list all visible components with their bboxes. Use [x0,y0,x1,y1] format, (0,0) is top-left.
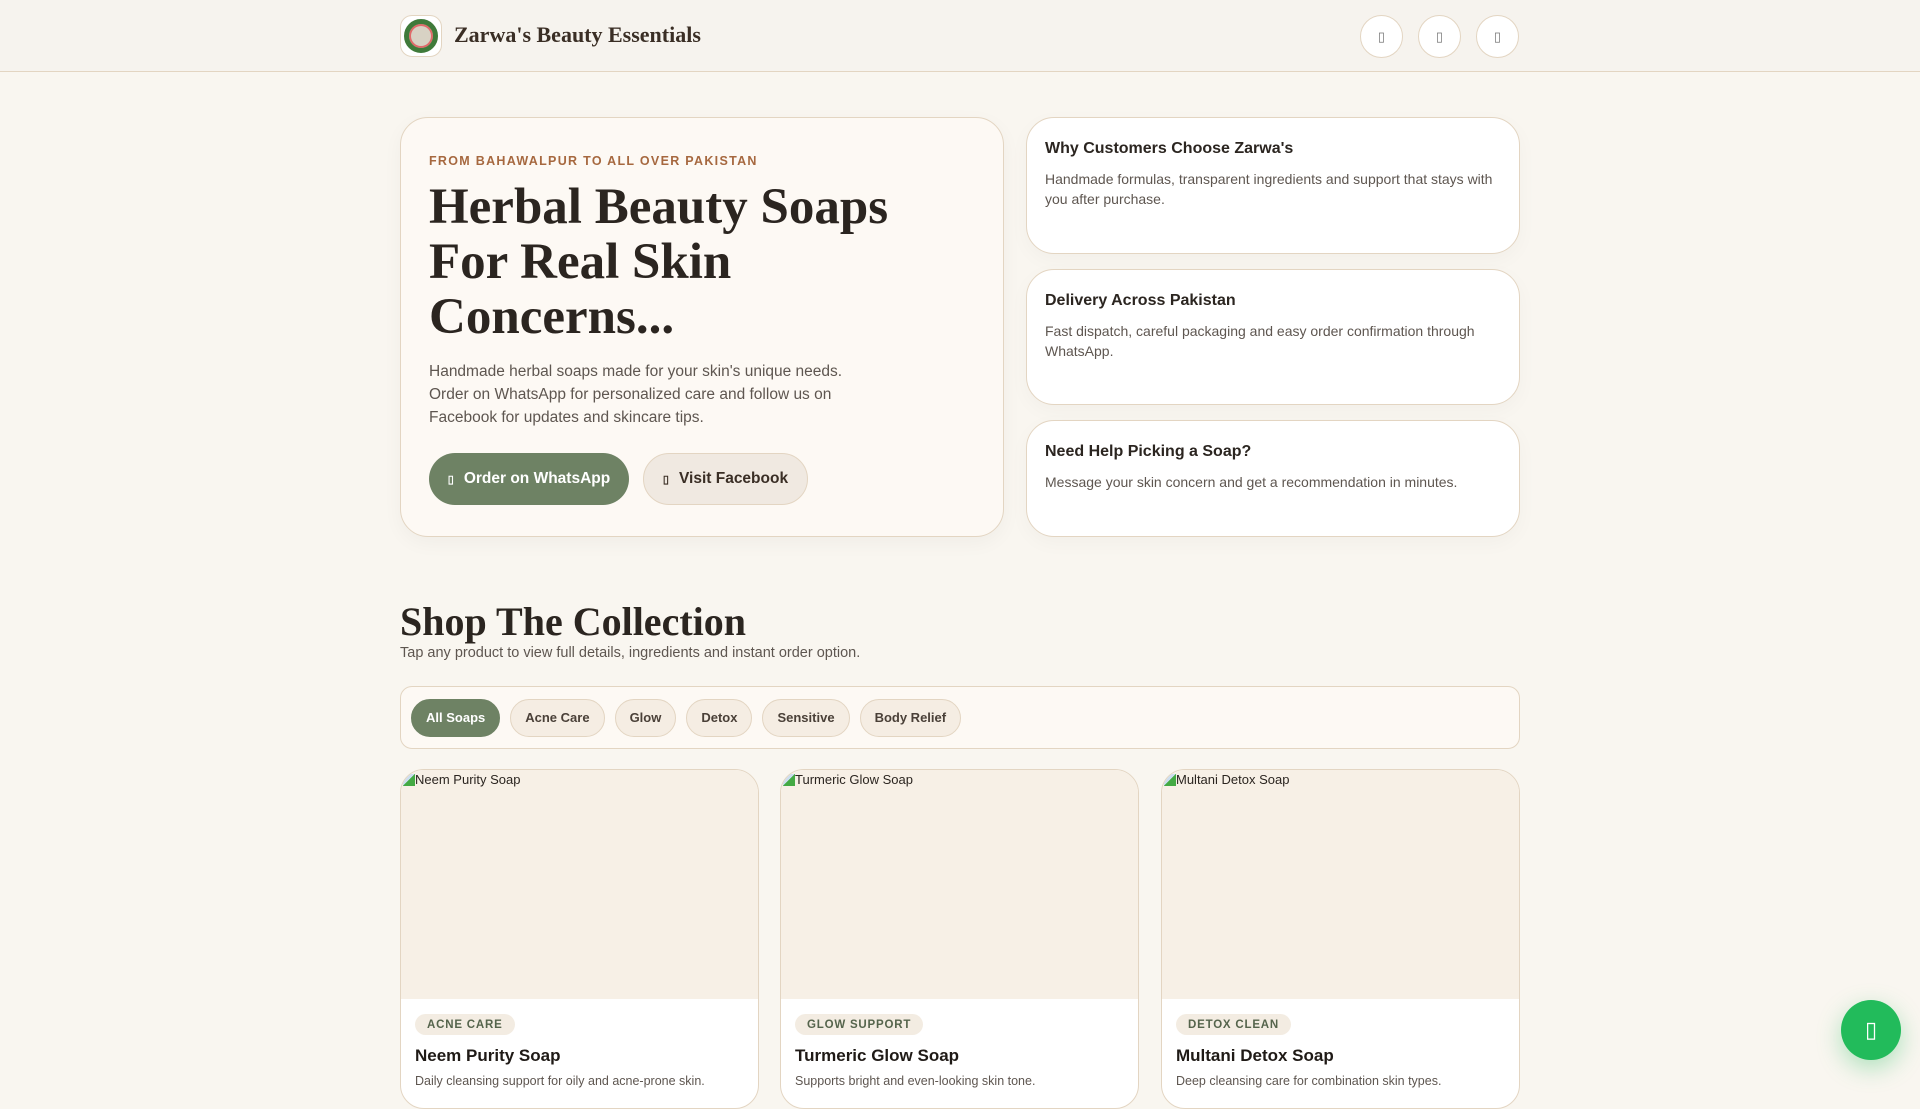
info-card-title: Need Help Picking a Soap? [1045,443,1252,460]
whatsapp-header-button[interactable]: ▯ [1360,15,1403,58]
info-card-text: Message your skin concern and get a reco… [1045,474,1458,490]
site-header: Zarwa's Beauty Essentials ▯ ▯ ▯ [0,0,1920,72]
info-card-title: Why Customers Choose Zarwa's [1045,140,1294,157]
brand-logo[interactable] [400,15,442,57]
product-image[interactable]: Multani Detox Soap [1162,770,1519,999]
product-image-alt: Neem Purity Soap [415,772,521,787]
product-name[interactable]: Multani Detox Soap [1176,1046,1334,1066]
shop-title: Shop The Collection [400,599,746,644]
product-desc: Daily cleansing support for oily and acn… [415,1074,705,1088]
product-tag: DETOX CLEAN [1176,1014,1292,1035]
info-card: Why Customers Choose Zarwa's Handmade fo… [1026,117,1520,254]
filter-bar: All Soaps Acne Care Glow Detox Sensitive… [400,686,1520,749]
product-image[interactable]: Neem Purity Soap [401,770,758,999]
product-image-alt: Turmeric Glow Soap [795,772,913,787]
brand-name[interactable]: Zarwa's Beauty Essentials [454,22,701,48]
product-image-alt: Multani Detox Soap [1176,772,1290,787]
broken-image-icon [1164,774,1176,786]
info-card-text: Fast dispatch, careful packaging and eas… [1045,323,1475,359]
hero-title: Herbal Beauty Soaps For Real Skin Concer… [429,179,889,345]
product-image[interactable]: Turmeric Glow Soap [781,770,1138,999]
product-card[interactable]: Turmeric Glow Soap GLOW SUPPORT Turmeric… [780,769,1139,1109]
facebook-icon: ▯ [662,473,669,486]
cart-header-button[interactable]: ▯ [1476,15,1519,58]
product-card[interactable]: Neem Purity Soap ACNE CARE Neem Purity S… [400,769,759,1109]
product-desc: Deep cleansing care for combination skin… [1176,1074,1442,1088]
filter-all-soaps[interactable]: All Soaps [411,698,501,737]
order-whatsapp-button[interactable]: ▯ Order on WhatsApp [429,453,629,505]
hero-lead: Handmade herbal soaps made for your skin… [429,363,843,426]
shop-subtitle: Tap any product to view full details, in… [400,645,861,661]
visit-facebook-button[interactable]: ▯ Visit Facebook [643,453,808,505]
whatsapp-icon: ▯ [1377,28,1386,44]
product-tag: GLOW SUPPORT [795,1014,924,1035]
whatsapp-icon: ▯ [447,473,454,486]
filter-body-relief[interactable]: Body Relief [859,698,962,737]
broken-image-icon [783,774,795,786]
product-card[interactable]: Multani Detox Soap DETOX CLEAN Multani D… [1161,769,1520,1109]
product-name[interactable]: Turmeric Glow Soap [795,1046,959,1066]
filter-glow[interactable]: Glow [614,698,677,737]
order-whatsapp-label: Order on WhatsApp [463,470,611,487]
cart-icon: ▯ [1493,28,1502,44]
whatsapp-floating-button[interactable]: ▯ [1841,1000,1901,1060]
product-tag: ACNE CARE [415,1014,515,1035]
whatsapp-icon: ▯ [1864,1017,1878,1042]
product-name[interactable]: Neem Purity Soap [415,1046,561,1066]
hero-card: FROM BAHAWALPUR TO ALL OVER PAKISTAN Her… [400,117,1004,537]
info-card: Need Help Picking a Soap? Message your s… [1026,420,1520,537]
info-card-text: Handmade formulas, transparent ingredien… [1045,171,1493,207]
facebook-icon: ▯ [1435,28,1444,44]
filter-sensitive[interactable]: Sensitive [762,698,850,737]
info-card: Delivery Across Pakistan Fast dispatch, … [1026,269,1520,405]
facebook-header-button[interactable]: ▯ [1418,15,1461,58]
broken-image-icon [403,774,415,786]
info-card-title: Delivery Across Pakistan [1045,292,1236,309]
hero-eyebrow: FROM BAHAWALPUR TO ALL OVER PAKISTAN [429,154,758,168]
product-desc: Supports bright and even-looking skin to… [795,1074,1036,1088]
filter-detox[interactable]: Detox [686,698,753,737]
visit-facebook-label: Visit Facebook [678,470,789,487]
filter-acne-care[interactable]: Acne Care [510,698,605,737]
